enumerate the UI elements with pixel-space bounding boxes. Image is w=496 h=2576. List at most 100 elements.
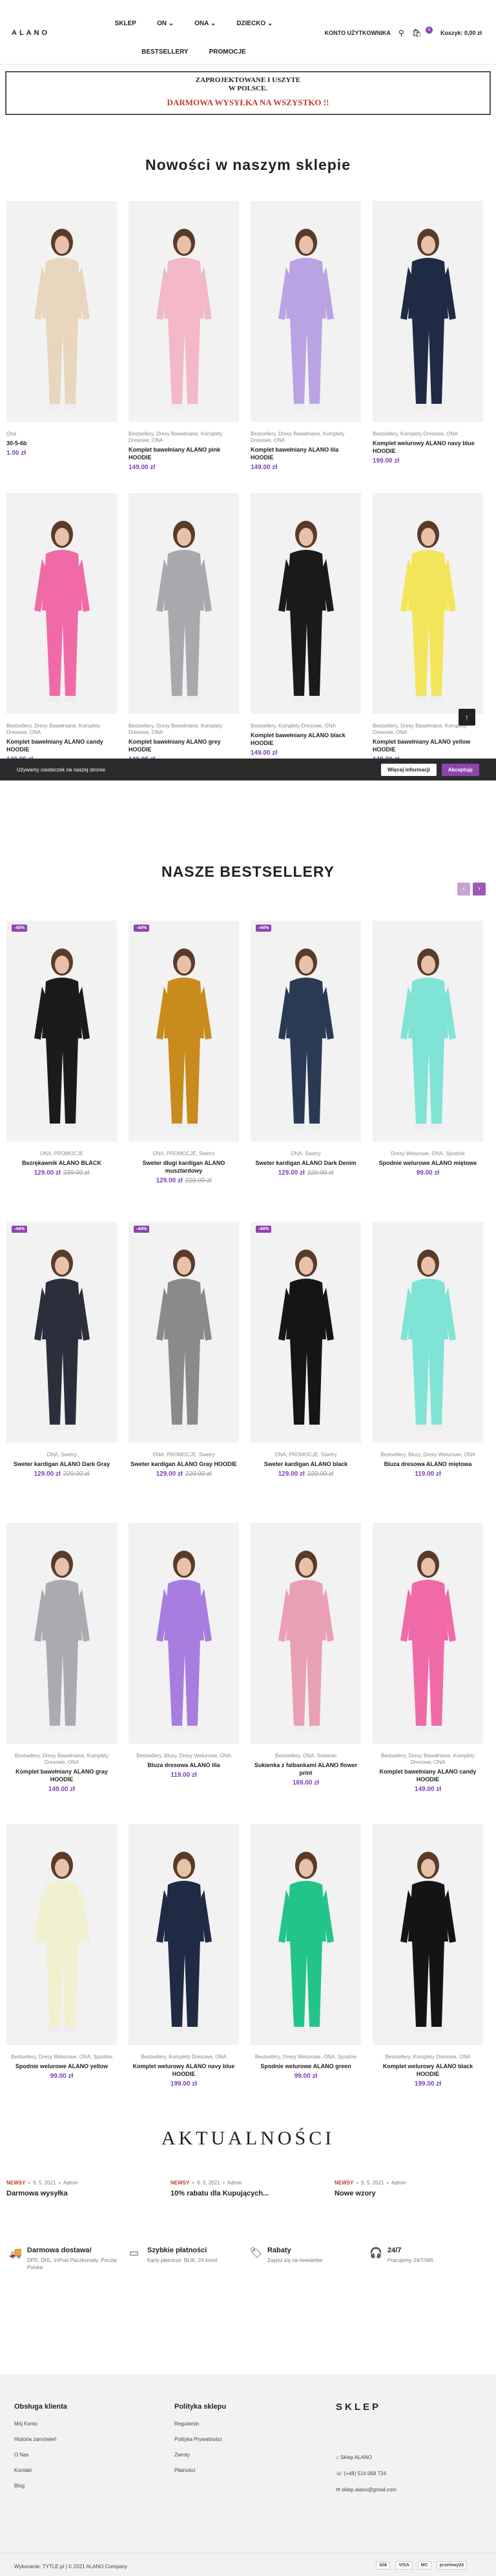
footer-link[interactable]: Historia zamówień bbox=[14, 2436, 67, 2442]
product-name[interactable]: Bezrękawnik ALANO BLACK bbox=[6, 1159, 117, 1167]
product-image[interactable] bbox=[129, 1523, 239, 1744]
product-name[interactable]: Komplet bawełniany ALANO lila HOODIE bbox=[251, 446, 361, 461]
product-name[interactable]: Sweter długi kardigan ALANO musztardowy bbox=[129, 1159, 239, 1175]
product-image[interactable] bbox=[251, 1523, 361, 1744]
footer-link[interactable]: O Nas bbox=[14, 2452, 67, 2458]
product-image[interactable]: -44% bbox=[251, 1222, 361, 1443]
nav-dziecko[interactable]: DZIECKO ⌄ bbox=[226, 18, 283, 30]
product-card[interactable]: Bestsellery, Dresy Bawełniane, Komplety … bbox=[6, 493, 117, 763]
contact-phone[interactable]: (+48) 514 068 724 bbox=[344, 2471, 386, 2477]
product-card[interactable]: Ona 30-5-6b 1.00 zł bbox=[6, 201, 117, 471]
product-card[interactable]: -44% ONA, Swetry Sweter kardigan ALANO Dar… bbox=[251, 921, 361, 1222]
product-name[interactable]: Spodnie welurowe ALANO green bbox=[251, 2062, 361, 2070]
product-image[interactable] bbox=[251, 201, 361, 422]
product-image[interactable] bbox=[251, 493, 361, 714]
news-item[interactable]: NEWSY • 9. 5. 2021 • Admin Darmowa wysyłk… bbox=[6, 2180, 170, 2197]
product-image[interactable] bbox=[6, 1523, 117, 1744]
news-item[interactable]: NEWSY • 9. 5. 2021 • Admin Nowe wzory bbox=[335, 2180, 496, 2197]
footer-link[interactable]: Kontakt bbox=[14, 2467, 67, 2473]
footer-link[interactable]: Polityka Prywatności bbox=[174, 2436, 226, 2442]
product-card[interactable]: -44% ONA, PROMOCJE, Swetry Sweter długi ka… bbox=[129, 921, 239, 1222]
product-name[interactable]: 30-5-6b bbox=[6, 439, 117, 447]
product-image[interactable] bbox=[129, 201, 239, 422]
product-image[interactable]: -45% bbox=[6, 921, 117, 1142]
product-name[interactable]: Bluza dresowa ALANO lila bbox=[129, 1761, 239, 1769]
product-card[interactable]: -44% ONA, Swetry Sweter kardigan ALANO Dar… bbox=[6, 1222, 117, 1523]
cookie-more-button[interactable]: Więcej informacji bbox=[381, 763, 437, 776]
news-tag[interactable]: NEWSY bbox=[335, 2180, 353, 2186]
news-tag[interactable]: NEWSY bbox=[170, 2180, 189, 2186]
product-name[interactable]: Komplet welurowy ALANO navy blue HOODIE bbox=[129, 2062, 239, 2078]
product-card[interactable]: Bestsellery, Bluzy, Dresy Welurowe, ONA B… bbox=[373, 1222, 483, 1523]
footer-link[interactable]: Regulamin bbox=[174, 2421, 226, 2427]
footer-link[interactable]: Płatności bbox=[174, 2467, 226, 2473]
product-name[interactable]: Komplet welurowy ALANO black HOODIE bbox=[373, 2062, 483, 2078]
product-card[interactable]: Bestsellery, Dresy Bawełniane, Komplety … bbox=[6, 1523, 117, 1824]
product-image[interactable] bbox=[373, 1824, 483, 2045]
product-name[interactable]: Komplet bawełniany ALANO yellow HOODIE bbox=[373, 738, 483, 753]
product-image[interactable]: -44% bbox=[129, 1222, 239, 1443]
nav-bestsellery[interactable]: BESTSELLERY bbox=[131, 47, 198, 58]
nav-ona[interactable]: ONA ⌄ bbox=[184, 18, 226, 30]
product-card[interactable]: Dresy Welurowe, ONA, Spodnie Spodnie welu… bbox=[373, 921, 483, 1222]
product-image[interactable] bbox=[373, 493, 483, 714]
product-image[interactable] bbox=[251, 1824, 361, 2045]
footer-link[interactable]: Zwroty bbox=[174, 2452, 226, 2458]
product-name[interactable]: Komplet bawełniany ALANO candy HOODIE bbox=[373, 1768, 483, 1783]
product-card[interactable]: Bestsellery, Dresy Bawełniane, Komplety … bbox=[373, 1523, 483, 1824]
product-name[interactable]: Sweter kardigan ALANO black bbox=[251, 1460, 361, 1468]
cart-total[interactable]: Koszyk: 0,00 zł bbox=[440, 30, 482, 36]
product-name[interactable]: Komplet bawełniany ALANO pink HOODIE bbox=[129, 446, 239, 461]
product-image[interactable]: -44% bbox=[129, 921, 239, 1142]
arrow-left-icon[interactable]: ‹ bbox=[457, 883, 470, 895]
nav-promocje[interactable]: PROMOCJE bbox=[199, 47, 256, 58]
nav-sklep[interactable]: SKLEP bbox=[105, 18, 147, 30]
product-name[interactable]: Komplet bawełniany ALANO grey HOODIE bbox=[129, 738, 239, 753]
arrow-right-icon[interactable]: › bbox=[473, 883, 486, 895]
cart-icon[interactable]: 🛍 bbox=[412, 28, 422, 37]
product-card[interactable]: Bestsellery, Dresy Bawełniane, Komplety … bbox=[129, 493, 239, 763]
product-image[interactable] bbox=[6, 493, 117, 714]
product-card[interactable]: Bestsellery, Komplety Dresowe, ONA Komple… bbox=[373, 201, 483, 471]
news-tag[interactable]: NEWSY bbox=[6, 2180, 25, 2186]
product-name[interactable]: Sweter kardigan ALANO Dark Gray bbox=[6, 1460, 117, 1468]
product-card[interactable]: Bestsellery, Dresy Bawełniane, Komplety … bbox=[251, 201, 361, 471]
nav-on[interactable]: ON ⌄ bbox=[147, 18, 184, 30]
product-name[interactable]: Bluza dresowa ALANO miętowa bbox=[373, 1460, 483, 1468]
product-name[interactable]: Spodnie welurowe ALANO yellow bbox=[6, 2062, 117, 2070]
product-image[interactable] bbox=[6, 201, 117, 422]
product-image[interactable] bbox=[373, 201, 483, 422]
product-image[interactable] bbox=[373, 1222, 483, 1443]
product-name[interactable]: Sukienka z falbankami ALANO flower print bbox=[251, 1761, 361, 1777]
product-image[interactable] bbox=[129, 1824, 239, 2045]
product-name[interactable]: Komplet welurowy ALANO navy blue HOODIE bbox=[373, 439, 483, 455]
news-item[interactable]: NEWSY • 9. 5. 2021 • Admin 10% rabatu dla… bbox=[170, 2180, 335, 2197]
product-card[interactable]: Bestsellery, Dresy Welurowe, ONA, Spodni… bbox=[251, 1824, 361, 2125]
product-image[interactable] bbox=[129, 493, 239, 714]
footer-link[interactable]: Mój Konto bbox=[14, 2421, 67, 2427]
product-card[interactable]: Bestsellery, Komplety Dresowe, ONA Komple… bbox=[129, 1824, 239, 2125]
contact-email[interactable]: sklep.alano@gmail.com bbox=[342, 2487, 397, 2493]
account-link[interactable]: KONTO UŻYTKOWNIKA bbox=[325, 30, 391, 36]
product-image[interactable]: -44% bbox=[6, 1222, 117, 1443]
product-name[interactable]: Komplet bawełniany ALANO candy HOODIE bbox=[6, 738, 117, 753]
product-name[interactable]: Komplet bawełniany ALANO black HOODIE bbox=[251, 731, 361, 747]
product-card[interactable]: Bestsellery, Komplety Dresowe, ONA Komple… bbox=[373, 1824, 483, 2125]
product-image[interactable]: -44% bbox=[251, 921, 361, 1142]
news-title-link[interactable]: Nowe wzory bbox=[335, 2190, 496, 2197]
news-title-link[interactable]: Darmowa wysyłka bbox=[6, 2190, 170, 2197]
product-name[interactable]: Sweter kardigan ALANO Gray HOODIE bbox=[129, 1460, 239, 1468]
footer-link[interactable]: Blog bbox=[14, 2483, 67, 2489]
product-card[interactable]: -44% ONA, PROMOCJE, Swetry Sweter kardigan… bbox=[251, 1222, 361, 1523]
product-name[interactable]: Sweter kardigan ALANO Dark Denim bbox=[251, 1159, 361, 1167]
product-card[interactable]: -44% ONA, PROMOCJE, Swetry Sweter kardigan… bbox=[129, 1222, 239, 1523]
product-image[interactable] bbox=[373, 921, 483, 1142]
product-card[interactable]: Bestsellery, ONA, Sukienki Sukienka z fal… bbox=[251, 1523, 361, 1824]
product-image[interactable] bbox=[6, 1824, 117, 2045]
product-card[interactable]: Bestsellery, Dresy Bawełniane, Komplety … bbox=[129, 201, 239, 471]
product-name[interactable]: Komplet bawełniany ALANO gray HOODIE bbox=[6, 1768, 117, 1783]
cookie-accept-button[interactable]: Akceptuję bbox=[441, 763, 479, 776]
product-card[interactable]: -45% ONA, PROMOCJE Bezrękawnik ALANO BLACK… bbox=[6, 921, 117, 1222]
search-icon[interactable]: ⚲ bbox=[398, 28, 404, 37]
product-card[interactable]: Bestsellery, Dresy Welurowe, ONA, Spodni… bbox=[6, 1824, 117, 2125]
